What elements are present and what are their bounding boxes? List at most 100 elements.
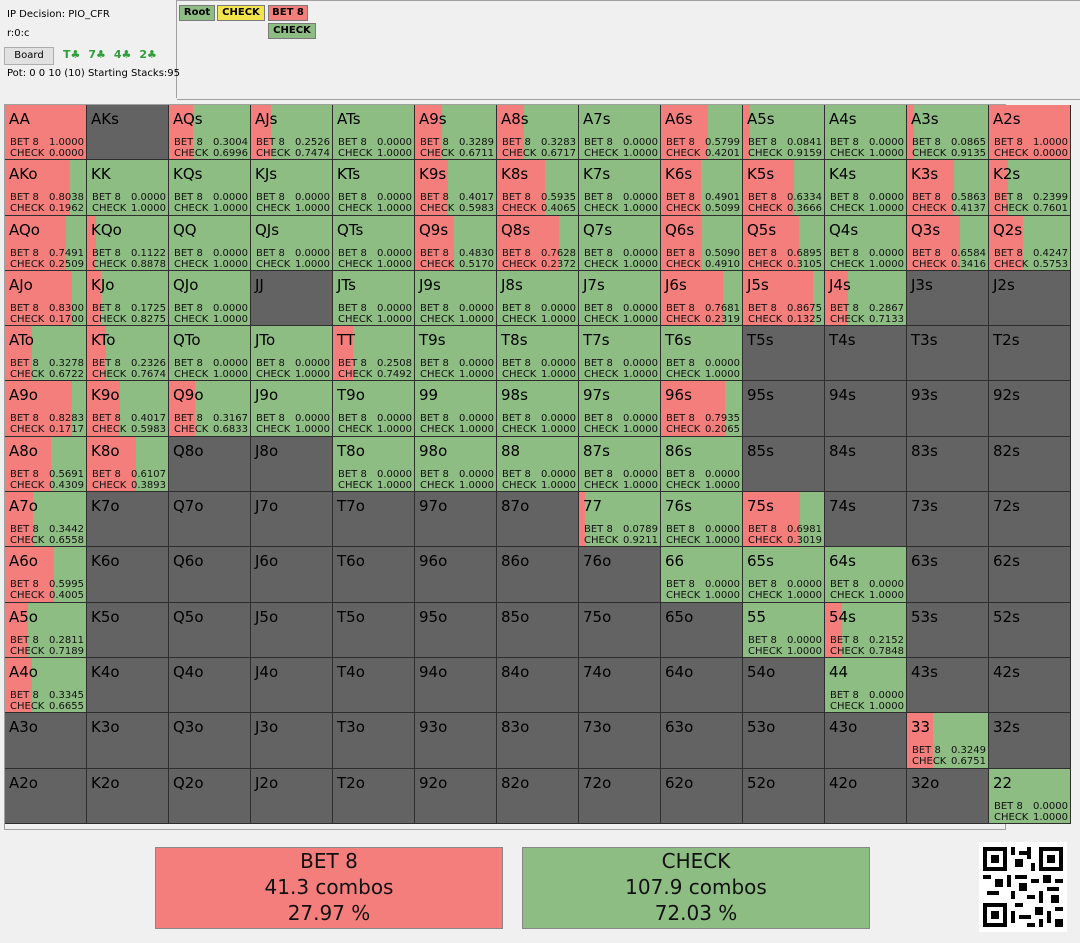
hand-cell-76o[interactable]: 76o — [579, 547, 661, 603]
hand-cell-kts[interactable]: KTs BET 8 0.0000 CHECK 1.0000 — [333, 160, 415, 216]
hand-cell-63o[interactable]: 63o — [661, 713, 743, 769]
hand-cell-q8o[interactable]: Q8o — [169, 436, 251, 493]
hand-cell-ajs[interactable]: AJs BET 8 0.2526 CHECK 0.7474 — [251, 105, 333, 161]
hand-cell-j5o[interactable]: J5o — [251, 602, 333, 658]
hand-cell-kjs[interactable]: KJs BET 8 0.0000 CHECK 1.0000 — [251, 160, 333, 216]
hand-cell-53s[interactable]: 53s — [907, 602, 989, 658]
hand-cell-t9s[interactable]: T9s BET 8 0.0000 CHECK 1.0000 — [415, 326, 497, 382]
hand-cell-82o[interactable]: 82o — [497, 768, 579, 824]
hand-cell-aks[interactable]: AKs — [87, 105, 169, 161]
hand-cell-a3s[interactable]: A3s BET 8 0.0865 CHECK 0.9135 — [907, 105, 989, 161]
hand-cell-72s[interactable]: 72s — [989, 492, 1071, 548]
hand-cell-t4o[interactable]: T4o — [333, 657, 415, 714]
hand-cell-76s[interactable]: 76s BET 8 0.0000 CHECK 1.0000 — [661, 492, 743, 548]
hand-cell-qts[interactable]: QTs BET 8 0.0000 CHECK 1.0000 — [333, 215, 415, 271]
hand-cell-aqo[interactable]: AQo BET 8 0.7491 CHECK 0.2509 — [5, 215, 87, 271]
hand-cell-42o[interactable]: 42o — [825, 768, 907, 824]
hand-cell-a2o[interactable]: A2o — [5, 768, 87, 824]
hand-cell-a6s[interactable]: A6s BET 8 0.5799 CHECK 0.4201 — [661, 105, 743, 161]
hand-cell-a7o[interactable]: A7o BET 8 0.3442 CHECK 0.6558 — [5, 492, 87, 548]
hand-cell-j3s[interactable]: J3s — [907, 270, 989, 327]
hand-cell-j2s[interactable]: J2s — [989, 270, 1071, 327]
hand-cell-kqs[interactable]: KQs BET 8 0.0000 CHECK 1.0000 — [169, 160, 251, 216]
hand-cell-87o[interactable]: 87o — [497, 492, 579, 548]
hand-cell-t8s[interactable]: T8s BET 8 0.0000 CHECK 1.0000 — [497, 326, 579, 382]
board-button[interactable]: Board — [4, 47, 54, 65]
hand-cell-84s[interactable]: 84s — [825, 436, 907, 493]
hand-cell-54o[interactable]: 54o — [743, 657, 825, 714]
hand-cell-43s[interactable]: 43s — [907, 657, 989, 714]
hand-cell-k7o[interactable]: K7o — [87, 492, 169, 548]
hand-cell-q2s[interactable]: Q2s BET 8 0.4247 CHECK 0.5753 — [989, 215, 1071, 271]
hand-cell-94o[interactable]: 94o — [415, 657, 497, 714]
hand-cell-j7s[interactable]: J7s BET 8 0.0000 CHECK 1.0000 — [579, 270, 661, 327]
hand-cell-k6s[interactable]: K6s BET 8 0.4901 CHECK 0.5099 — [661, 160, 743, 216]
hand-cell-42s[interactable]: 42s — [989, 657, 1071, 714]
hand-cell-92s[interactable]: 92s — [989, 381, 1071, 437]
hand-cell-96o[interactable]: 96o — [415, 547, 497, 603]
hand-cell-87s[interactable]: 87s BET 8 0.0000 CHECK 1.0000 — [579, 436, 661, 493]
hand-cell-k8o[interactable]: K8o BET 8 0.6107 CHECK 0.3893 — [87, 436, 169, 493]
hand-cell-aqs[interactable]: AQs BET 8 0.3004 CHECK 0.6996 — [169, 105, 251, 161]
hand-cell-t7s[interactable]: T7s BET 8 0.0000 CHECK 1.0000 — [579, 326, 661, 382]
hand-cell-86o[interactable]: 86o — [497, 547, 579, 603]
hand-cell-99[interactable]: 99 BET 8 0.0000 CHECK 1.0000 — [415, 381, 497, 437]
hand-cell-jto[interactable]: JTo BET 8 0.0000 CHECK 1.0000 — [251, 326, 333, 382]
hand-cell-kk[interactable]: KK BET 8 0.0000 CHECK 1.0000 — [87, 160, 169, 216]
hand-cell-a5s[interactable]: A5s BET 8 0.0841 CHECK 0.9159 — [743, 105, 825, 161]
hand-cell-65o[interactable]: 65o — [661, 602, 743, 658]
hand-cell-44[interactable]: 44 BET 8 0.0000 CHECK 1.0000 — [825, 657, 907, 714]
hand-cell-75o[interactable]: 75o — [579, 602, 661, 658]
hand-cell-a7s[interactable]: A7s BET 8 0.0000 CHECK 1.0000 — [579, 105, 661, 161]
hand-cell-55[interactable]: 55 BET 8 0.0000 CHECK 1.0000 — [743, 602, 825, 658]
hand-cell-qjs[interactable]: QJs BET 8 0.0000 CHECK 1.0000 — [251, 215, 333, 271]
hand-cell-73s[interactable]: 73s — [907, 492, 989, 548]
hand-cell-t5o[interactable]: T5o — [333, 602, 415, 658]
tree-node-check-child[interactable]: CHECK — [268, 23, 316, 39]
hand-cell-j8o[interactable]: J8o — [251, 436, 333, 493]
hand-cell-q4o[interactable]: Q4o — [169, 657, 251, 714]
hand-cell-q5s[interactable]: Q5s BET 8 0.6895 CHECK 0.3105 — [743, 215, 825, 271]
hand-cell-63s[interactable]: 63s — [907, 547, 989, 603]
hand-cell-q2o[interactable]: Q2o — [169, 768, 251, 824]
hand-cell-96s[interactable]: 96s BET 8 0.7935 CHECK 0.2065 — [661, 381, 743, 437]
hand-cell-aa[interactable]: AA BET 8 1.0000 CHECK 0.0000 — [5, 105, 87, 161]
hand-cell-q9s[interactable]: Q9s BET 8 0.4830 CHECK 0.5170 — [415, 215, 497, 271]
hand-cell-74o[interactable]: 74o — [579, 657, 661, 714]
hand-cell-j5s[interactable]: J5s BET 8 0.8675 CHECK 0.1325 — [743, 270, 825, 327]
hand-cell-jj[interactable]: JJ — [251, 270, 333, 327]
hand-cell-q6o[interactable]: Q6o — [169, 547, 251, 603]
hand-cell-a9s[interactable]: A9s BET 8 0.3289 CHECK 0.6711 — [415, 105, 497, 161]
hand-cell-k8s[interactable]: K8s BET 8 0.5935 CHECK 0.4065 — [497, 160, 579, 216]
hand-cell-q8s[interactable]: Q8s BET 8 0.7628 CHECK 0.2372 — [497, 215, 579, 271]
hand-cell-ats[interactable]: ATs BET 8 0.0000 CHECK 1.0000 — [333, 105, 415, 161]
hand-cell-k7s[interactable]: K7s BET 8 0.0000 CHECK 1.0000 — [579, 160, 661, 216]
hand-cell-85o[interactable]: 85o — [497, 602, 579, 658]
tree-node-check[interactable]: CHECK — [217, 5, 265, 21]
hand-cell-k5o[interactable]: K5o — [87, 602, 169, 658]
hand-cell-ako[interactable]: AKo BET 8 0.8038 CHECK 0.1962 — [5, 160, 87, 216]
hand-cell-98o[interactable]: 98o BET 8 0.0000 CHECK 1.0000 — [415, 436, 497, 493]
hand-cell-32s[interactable]: 32s — [989, 713, 1071, 769]
hand-cell-82s[interactable]: 82s — [989, 436, 1071, 493]
hand-cell-97s[interactable]: 97s BET 8 0.0000 CHECK 1.0000 — [579, 381, 661, 437]
hand-cell-tt[interactable]: TT BET 8 0.2508 CHECK 0.7492 — [333, 326, 415, 382]
hand-cell-q9o[interactable]: Q9o BET 8 0.3167 CHECK 0.6833 — [169, 381, 251, 437]
hand-cell-a8s[interactable]: A8s BET 8 0.3283 CHECK 0.6717 — [497, 105, 579, 161]
hand-cell-a8o[interactable]: A8o BET 8 0.5691 CHECK 0.4309 — [5, 436, 87, 493]
hand-cell-64o[interactable]: 64o — [661, 657, 743, 714]
hand-cell-t4s[interactable]: T4s — [825, 326, 907, 382]
hand-cell-k3s[interactable]: K3s BET 8 0.5863 CHECK 0.4137 — [907, 160, 989, 216]
hand-cell-97o[interactable]: 97o — [415, 492, 497, 548]
hand-cell-95s[interactable]: 95s — [743, 381, 825, 437]
hand-cell-k3o[interactable]: K3o — [87, 713, 169, 769]
hand-cell-33[interactable]: 33 BET 8 0.3249 CHECK 0.6751 — [907, 713, 989, 769]
hand-cell-98s[interactable]: 98s BET 8 0.0000 CHECK 1.0000 — [497, 381, 579, 437]
hand-cell-k6o[interactable]: K6o — [87, 547, 169, 603]
hand-cell-64s[interactable]: 64s BET 8 0.0000 CHECK 1.0000 — [825, 547, 907, 603]
hand-cell-a6o[interactable]: A6o BET 8 0.5995 CHECK 0.4005 — [5, 547, 87, 603]
hand-cell-a5o[interactable]: A5o BET 8 0.2811 CHECK 0.7189 — [5, 602, 87, 658]
hand-cell-j6o[interactable]: J6o — [251, 547, 333, 603]
hand-cell-a4o[interactable]: A4o BET 8 0.3345 CHECK 0.6655 — [5, 657, 87, 714]
hand-cell-jts[interactable]: JTs BET 8 0.0000 CHECK 1.0000 — [333, 270, 415, 327]
